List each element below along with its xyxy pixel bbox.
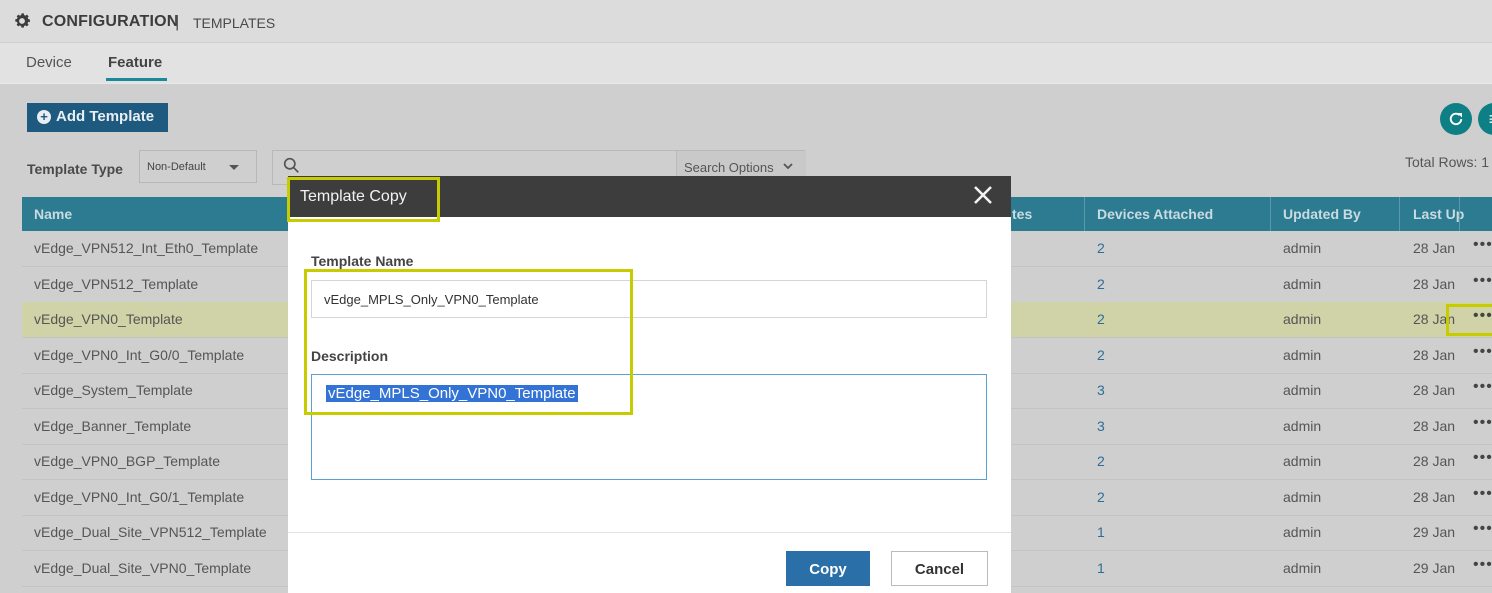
template-name-cell: vEdge_System_Template <box>34 382 193 398</box>
column-divider <box>1084 197 1085 231</box>
template-type-select[interactable]: Non-Default <box>139 150 257 183</box>
template-name-cell: vEdge_VPN0_Template <box>34 311 183 327</box>
updated-by-cell: admin <box>1283 346 1322 363</box>
devices-attached-link[interactable]: 2 <box>1097 453 1105 469</box>
cancel-button[interactable]: Cancel <box>891 551 988 586</box>
template-name-cell: vEdge_VPN512_Int_Eth0_Template <box>34 240 259 256</box>
search-options-label: Search Options <box>684 160 774 175</box>
column-header-name[interactable]: Name <box>34 206 72 222</box>
updated-by-cell: admin <box>1283 311 1322 327</box>
template-name-cell: vEdge_VPN0_Int_G0/1_Template <box>34 488 245 505</box>
more-actions-icon[interactable]: ••• <box>1473 414 1492 432</box>
last-updated-cell: 28 Jan <box>1413 488 1456 505</box>
devices-attached-link[interactable]: 3 <box>1097 418 1105 434</box>
more-actions-icon[interactable]: ••• <box>1473 520 1492 538</box>
template-type-value: Non-Default <box>147 161 206 173</box>
column-divider <box>1270 197 1271 231</box>
more-actions-icon[interactable]: ••• <box>1473 236 1492 254</box>
refresh-icon <box>1449 112 1463 126</box>
refresh-button[interactable] <box>1440 103 1472 135</box>
page: CONFIGURATION | TEMPLATES Device Feature… <box>0 0 1492 593</box>
more-actions-icon[interactable]: ••• <box>1473 485 1492 503</box>
breadcrumb-separator: | <box>175 12 180 31</box>
tab-feature[interactable]: Feature <box>108 54 162 71</box>
template-name-label: Template Name <box>311 253 414 269</box>
devices-attached-link[interactable]: 2 <box>1097 347 1105 363</box>
updated-by-cell: admin <box>1283 417 1322 434</box>
devices-attached-link[interactable]: 3 <box>1097 382 1105 398</box>
page-subtitle: TEMPLATES <box>193 15 276 31</box>
column-header-last-updated[interactable]: Last Up <box>1413 206 1464 222</box>
add-template-label: Add Template <box>56 108 155 125</box>
template-type-label: Template Type <box>27 161 123 177</box>
last-updated-cell: 28 Jan <box>1413 382 1456 398</box>
last-updated-cell: 28 Jan <box>1413 240 1456 256</box>
plus-icon: + <box>37 110 51 124</box>
add-template-button[interactable]: + Add Template <box>27 103 168 132</box>
last-updated-cell: 28 Jan <box>1413 275 1456 292</box>
devices-attached-link[interactable]: 2 <box>1097 489 1105 505</box>
highlight-box-dialog-title <box>287 177 440 222</box>
updated-by-cell: admin <box>1283 524 1322 540</box>
updated-by-cell: admin <box>1283 559 1322 576</box>
last-updated-cell: 28 Jan <box>1413 346 1456 363</box>
updated-by-cell: admin <box>1283 382 1322 398</box>
column-header-updated-by[interactable]: Updated By <box>1283 206 1361 222</box>
updated-by-cell: admin <box>1283 240 1322 256</box>
gear-icon <box>15 13 30 28</box>
column-divider <box>1399 197 1400 231</box>
tab-device[interactable]: Device <box>26 54 72 71</box>
template-name-cell: vEdge_Dual_Site_VPN512_Template <box>34 524 267 540</box>
highlight-box-fields <box>304 269 633 415</box>
template-name-cell: vEdge_VPN0_Int_G0/0_Template <box>34 346 245 363</box>
total-rows: Total Rows: 1 <box>1405 154 1490 170</box>
template-name-cell: vEdge_Dual_Site_VPN0_Template <box>34 559 252 576</box>
more-actions-icon[interactable]: ••• <box>1473 449 1492 467</box>
devices-attached-link[interactable]: 1 <box>1097 524 1105 540</box>
dialog-footer-divider <box>288 532 1011 533</box>
updated-by-cell: admin <box>1283 488 1322 505</box>
updated-by-cell: admin <box>1283 453 1322 469</box>
top-bar: CONFIGURATION | TEMPLATES <box>0 0 1492 43</box>
active-tab-indicator <box>106 78 167 81</box>
column-header-partial[interactable]: tes <box>1012 206 1032 222</box>
devices-attached-link[interactable]: 1 <box>1097 560 1105 576</box>
page-title: CONFIGURATION <box>42 13 179 30</box>
copy-button[interactable]: Copy <box>786 551 870 586</box>
last-updated-cell: 29 Jan <box>1413 559 1456 576</box>
more-actions-icon[interactable]: ••• <box>1473 378 1492 396</box>
more-actions-icon[interactable]: ••• <box>1473 556 1492 574</box>
template-name-cell: vEdge_VPN0_BGP_Template <box>34 453 220 469</box>
highlight-box-row-actions <box>1446 304 1492 336</box>
more-actions-icon[interactable]: ••• <box>1473 343 1492 361</box>
devices-attached-link[interactable]: 2 <box>1097 276 1105 292</box>
tab-bar: Device Feature <box>0 43 1492 83</box>
chevron-down-icon <box>783 163 793 170</box>
last-updated-cell: 28 Jan <box>1413 417 1456 434</box>
search-icon <box>283 157 299 173</box>
close-icon[interactable] <box>971 183 995 207</box>
caret-down-icon <box>229 165 239 170</box>
devices-attached-link[interactable]: 2 <box>1097 311 1105 327</box>
column-header-devices-attached[interactable]: Devices Attached <box>1097 206 1213 222</box>
template-name-cell: vEdge_VPN512_Template <box>34 275 199 292</box>
devices-attached-link[interactable]: 2 <box>1097 240 1105 256</box>
template-name-cell: vEdge_Banner_Template <box>34 417 192 434</box>
last-updated-cell: 28 Jan <box>1413 453 1456 469</box>
updated-by-cell: admin <box>1283 275 1322 292</box>
last-updated-cell: 29 Jan <box>1413 524 1456 540</box>
column-divider <box>1459 197 1460 231</box>
more-actions-icon[interactable]: ••• <box>1473 272 1492 290</box>
